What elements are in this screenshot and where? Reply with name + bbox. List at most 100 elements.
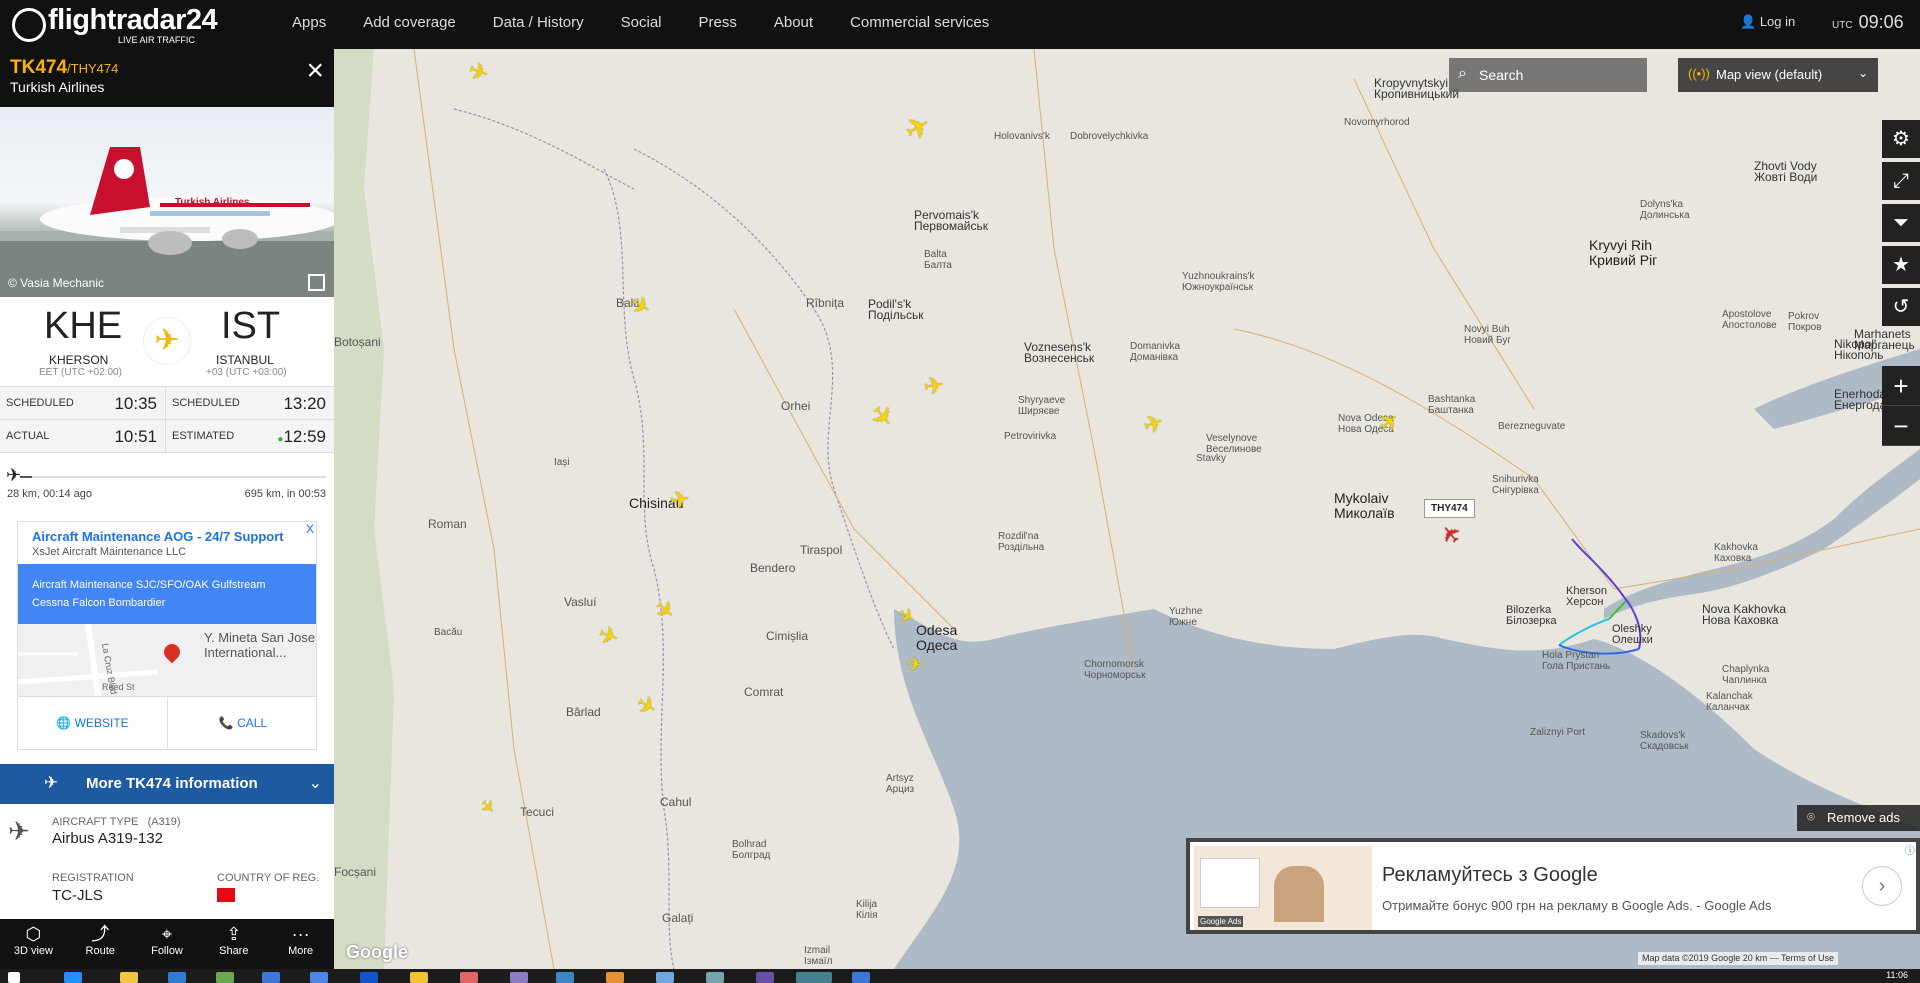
nav-social[interactable]: Social xyxy=(621,14,662,31)
widgets-icon[interactable]: ⤢ xyxy=(1882,162,1920,200)
app-icon[interactable] xyxy=(168,972,186,983)
follow-button[interactable]: ⌖ Follow xyxy=(134,919,201,969)
app-icon[interactable] xyxy=(706,972,724,983)
city-label: Dolyns'ka Долинська xyxy=(1640,199,1690,221)
route-panel: KHE KHERSON EET (UTC +02:00) ✈ IST ISTAN… xyxy=(0,297,334,387)
settings-gear-icon[interactable]: ⚙ xyxy=(1882,120,1920,158)
origin-code[interactable]: KHE xyxy=(44,305,122,348)
login-button[interactable]: 👤 Log in xyxy=(1740,14,1795,30)
aircraft-type: Airbus A319-132 xyxy=(52,830,163,847)
city-label: Kalanchak Каланчак xyxy=(1706,691,1753,713)
aircraft-info: ✈ AIRCRAFT TYPE (A319) Airbus A319-132 R… xyxy=(0,804,334,914)
schedule-grid: SCHEDULED 10:35 SCHEDULED 13:20 ACTUAL 10:5… xyxy=(0,387,334,453)
ad-close-icon[interactable]: X xyxy=(306,522,314,536)
city-label: Berezneguvate xyxy=(1498,421,1566,432)
selected-flight-label[interactable]: THY474 xyxy=(1424,499,1475,518)
chrome-icon[interactable] xyxy=(460,972,478,983)
phone-icon: 📞 xyxy=(218,716,234,730)
external-link-icon[interactable] xyxy=(308,274,325,291)
share-button[interactable]: ⇪ Share xyxy=(200,919,267,969)
estimated-arr-label: ESTIMATED xyxy=(172,430,235,442)
app-icon[interactable] xyxy=(64,972,82,983)
playback-icon[interactable]: ↺ xyxy=(1882,288,1920,326)
app-icon[interactable] xyxy=(216,972,234,983)
progress-plane-icon: ✈ xyxy=(6,465,22,485)
logo[interactable]: flightradar24 LIVE AIR TRAFFIC xyxy=(12,4,218,45)
destination-code[interactable]: IST xyxy=(221,305,280,348)
app-icon[interactable] xyxy=(510,972,528,983)
ad-call-button[interactable]: 📞 CALL xyxy=(168,697,318,749)
city-label: Holovanivs'k xyxy=(994,131,1050,142)
flight-number: TK474 xyxy=(10,57,68,78)
chevron-right-icon[interactable]: › xyxy=(1862,866,1902,906)
city-label: Voznesens'k Вознесенськ xyxy=(1024,340,1095,365)
city-label: Kherson Херсон xyxy=(1566,585,1607,608)
nav-apps[interactable]: Apps xyxy=(292,14,326,31)
taskbar-clock: 11:06 xyxy=(1886,970,1908,980)
3d-view-label: 3D view xyxy=(13,945,53,957)
city-label: Bendero xyxy=(750,561,796,575)
ad-body[interactable]: Aircraft Maintenance SJC/SFO/OAK Gulfstr… xyxy=(18,564,316,624)
ad-title[interactable]: Aircraft Maintenance AOG - 24/7 Support xyxy=(18,522,316,544)
filter-icon[interactable]: ⏷ xyxy=(1882,204,1920,242)
remove-ads-label: Remove ads xyxy=(1827,810,1900,825)
city-label: Bârlad xyxy=(566,705,601,719)
ad-choices-icon[interactable]: ⓘ xyxy=(1905,842,1915,857)
3d-view-button[interactable]: ⬡ 3D view xyxy=(0,919,67,969)
city-label: Veselynove Веселинове xyxy=(1206,433,1262,455)
city-label: Novomyrhorod xyxy=(1344,117,1410,128)
registration-label: REGISTRATION xyxy=(52,872,134,884)
aircraft-marker[interactable]: ✈ xyxy=(668,485,692,515)
app-icon[interactable] xyxy=(656,972,674,983)
nav-about[interactable]: About xyxy=(774,14,813,31)
google-ad-title[interactable]: Рекламуйтесь з Google xyxy=(1382,864,1598,887)
ad-map-image[interactable]: La Cruz Blvd Reed St Y. Mineta San Jose … xyxy=(18,624,316,696)
app-icon[interactable] xyxy=(556,972,574,983)
remove-ads-button[interactable]: ⌾ Remove ads xyxy=(1797,805,1920,831)
country-label: COUNTRY OF REG. xyxy=(217,872,320,884)
favorites-star-icon[interactable]: ★ xyxy=(1882,246,1920,284)
route-button[interactable]: ⤴ Route xyxy=(67,919,134,969)
app-icon[interactable] xyxy=(796,972,832,983)
app-icon[interactable] xyxy=(606,972,624,983)
search-input[interactable]: ⌕ Search xyxy=(1449,58,1647,92)
nav-add-coverage[interactable]: Add coverage xyxy=(363,14,456,31)
google-ad-banner[interactable]: Google Ads Рекламуйтесь з Google Отримай… xyxy=(1186,838,1920,934)
nav-commercial-services[interactable]: Commercial services xyxy=(850,14,989,31)
aircraft-marker[interactable]: ✈ xyxy=(922,371,946,401)
city-label: Vasluí xyxy=(564,595,597,609)
nav-press[interactable]: Press xyxy=(699,14,737,31)
close-icon[interactable]: × xyxy=(306,56,324,86)
scheduled-arrival: SCHEDULED 13:20 xyxy=(166,387,334,420)
word-icon[interactable] xyxy=(852,972,870,983)
flight-map[interactable]: Chisinau Odesa Одеса Mykolaiv Миколаїв K… xyxy=(334,49,1920,969)
photo-credit: © Vasia Mechanic xyxy=(8,276,104,290)
city-label: Stavky xyxy=(1196,453,1227,464)
os-taskbar: 11:06 xyxy=(0,969,1920,983)
windows-start-icon[interactable] xyxy=(8,972,20,983)
app-icon[interactable] xyxy=(360,972,378,983)
zoom-in-button[interactable]: + xyxy=(1882,366,1920,406)
more-button[interactable]: ··· More xyxy=(267,919,334,969)
zoom-out-button[interactable]: − xyxy=(1882,406,1920,446)
app-icon[interactable] xyxy=(262,972,280,983)
folder-icon[interactable] xyxy=(120,972,138,983)
ad-website-button[interactable]: 🌐 WEBSITE xyxy=(18,697,168,749)
more-info-toggle[interactable]: ✈ More TK474 information ⌄ xyxy=(0,764,334,804)
app-icon[interactable] xyxy=(756,972,774,983)
app-icon[interactable] xyxy=(310,972,328,983)
ad-map-street-2: Reed St xyxy=(102,682,135,692)
app-icon[interactable] xyxy=(410,972,428,983)
sidebar-ad[interactable]: X Aircraft Maintenance AOG - 24/7 Suppor… xyxy=(17,521,317,750)
nav-data-history[interactable]: Data / History xyxy=(493,14,584,31)
map-view-dropdown[interactable]: ((•)) Map view (default) ⌄ xyxy=(1678,58,1878,92)
city-label: Cimișlia xyxy=(766,629,808,643)
utc-time: 09:06 xyxy=(1858,12,1904,32)
city-label: Dobrovelychkivka xyxy=(1070,131,1149,142)
follow-icon: ⌖ xyxy=(161,924,173,944)
ad-company: XsJet Aircraft Maintenance LLC xyxy=(32,546,187,558)
ad-map-label: Y. Mineta San Jose International... xyxy=(204,630,316,660)
aircraft-photo[interactable]: Turkish Airlines © Vasia Mechanic xyxy=(0,107,334,297)
utc-label: UTC xyxy=(1832,20,1853,31)
city-label: Roman xyxy=(428,517,467,531)
